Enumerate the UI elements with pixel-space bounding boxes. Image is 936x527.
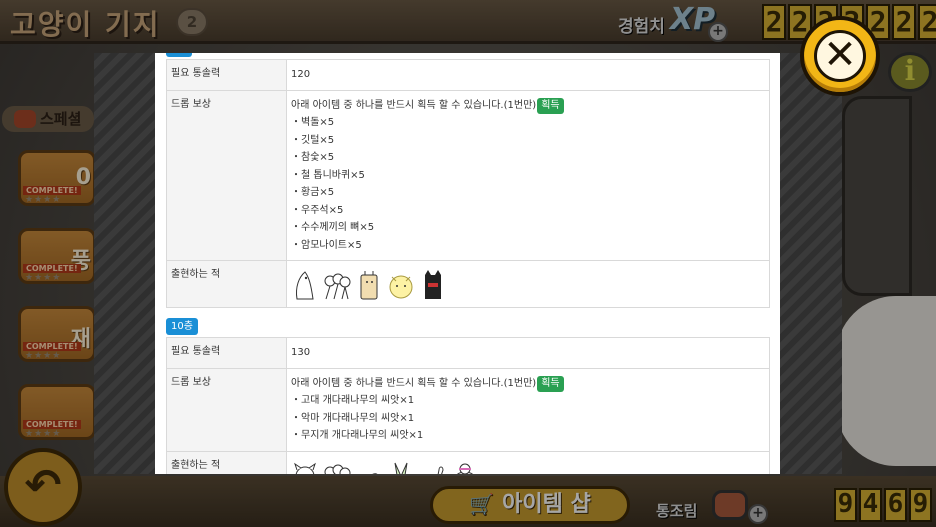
floor-badge: 10층 (166, 318, 198, 335)
enemy-squirrel-icon[interactable] (355, 460, 383, 475)
get-button[interactable]: 획득 (537, 375, 564, 392)
reward-item: ・무지개 개다래나무의 씨앗×1 (291, 430, 424, 441)
reward-item: ・벽돌×5 (291, 117, 335, 128)
table-row: 필요 통솔력 120 (166, 59, 770, 91)
table-row: 출현하는 적 (166, 260, 770, 308)
reward-item: ・깃털×5 (291, 134, 335, 146)
required-label: 필요 통솔력 (166, 337, 287, 369)
enemy-row (291, 267, 765, 301)
table-row: 출현하는 적 (166, 450, 770, 475)
drop-label: 드롭 보상 (166, 89, 287, 261)
drop-cell: 아래 아이템 중 하나를 반드시 획득 할 수 있습니다.(1번만) 획득 ・고대… (286, 367, 770, 452)
floor-section: 10층 필요 통솔력 130 드롭 보상 아래 아이템 중 하나를 반드시 획득… (155, 318, 780, 474)
enemies-cell (286, 260, 770, 308)
drop-intro: 아래 아이템 중 하나를 반드시 획득 할 수 있습니다.(1번만) (291, 99, 537, 111)
reward-item: ・철 톱니바퀴×5 (291, 169, 365, 181)
reward-item: ・악마 개다래나무의 씨앗×1 (291, 412, 415, 424)
table-row: 드롭 보상 아래 아이템 중 하나를 반드시 획득 할 수 있습니다.(1번만)… (166, 367, 770, 452)
enemy-dark-cat-icon[interactable] (419, 269, 447, 301)
required-value: 120 (286, 59, 770, 91)
enemy-box-icon[interactable] (355, 269, 383, 301)
close-button[interactable]: ✕ (800, 16, 880, 96)
reward-item: ・암모나이트×5 (291, 239, 362, 251)
enemy-swan-icon[interactable] (419, 460, 447, 475)
reward-item: ・고대 개다래나무의 씨앗×1 (291, 395, 415, 406)
enemy-group-icon[interactable] (323, 460, 351, 475)
reward-item: ・우주석×5 (291, 204, 344, 216)
floor-table: 필요 통솔력 130 드롭 보상 아래 아이템 중 하나를 반드시 획득 할 수… (166, 337, 770, 474)
required-value: 130 (286, 337, 770, 369)
enemy-dog-icon[interactable] (291, 460, 319, 475)
enemy-bunny-icon[interactable] (387, 460, 415, 475)
close-icon: ✕ (814, 30, 866, 82)
table-row: 필요 통솔력 130 (166, 337, 770, 369)
get-button[interactable]: 획득 (537, 97, 564, 114)
enemies-label: 출현하는 적 (166, 260, 287, 308)
table-row: 드롭 보상 아래 아이템 중 하나를 반드시 획득 할 수 있습니다.(1번만)… (166, 89, 770, 261)
reward-item: ・수수께끼의 뼈×5 (291, 222, 375, 233)
floor-table: 필요 통솔력 120 드롭 보상 아래 아이템 중 하나를 반드시 획득 할 수… (166, 59, 770, 308)
enemies-label: 출현하는 적 (166, 450, 287, 474)
reward-item: ・황금×5 (291, 187, 335, 198)
floor-badge: 9층 (166, 53, 192, 57)
drop-intro-line: 아래 아이템 중 하나를 반드시 획득 할 수 있습니다.(1번만) 획득 (291, 97, 765, 115)
enemy-row (291, 458, 765, 475)
drop-intro-line: 아래 아이템 중 하나를 반드시 획득 할 수 있습니다.(1번만) 획득 (291, 375, 765, 393)
floor-info-panel[interactable]: 9층 필요 통솔력 120 드롭 보상 아래 아이템 중 하나를 반드시 획득 … (155, 53, 780, 474)
enemy-penguin-icon[interactable] (291, 269, 319, 301)
drop-label: 드롭 보상 (166, 367, 287, 452)
reward-item: ・참숯×5 (291, 152, 335, 163)
drop-cell: 아래 아이템 중 하나를 반드시 획득 할 수 있습니다.(1번만) 획득 ・벽돌… (286, 89, 770, 261)
enemy-group-icon[interactable] (323, 269, 351, 301)
enemy-hippo-icon[interactable] (451, 460, 479, 475)
enemies-cell (286, 450, 770, 475)
enemy-seal-icon[interactable] (515, 460, 543, 475)
enemy-snake-icon[interactable] (483, 460, 511, 475)
drop-intro: 아래 아이템 중 하나를 반드시 획득 할 수 있습니다.(1번만) (291, 377, 537, 389)
enemy-sun-icon[interactable] (387, 269, 415, 301)
floor-list: 9층 필요 통솔력 120 드롭 보상 아래 아이템 중 하나를 반드시 획득 … (155, 53, 780, 474)
floor-section: 9층 필요 통솔력 120 드롭 보상 아래 아이템 중 하나를 반드시 획득 … (155, 53, 780, 308)
required-label: 필요 통솔력 (166, 59, 287, 91)
